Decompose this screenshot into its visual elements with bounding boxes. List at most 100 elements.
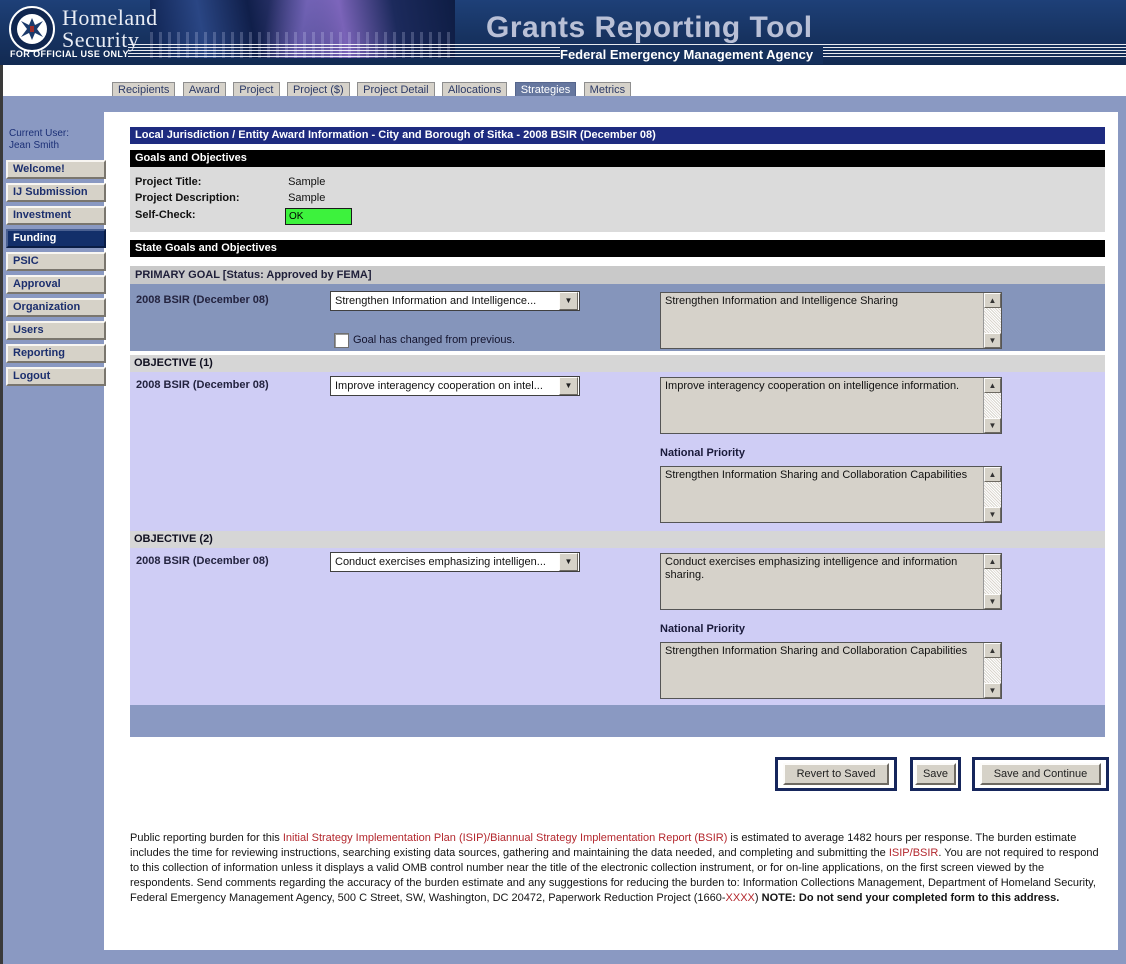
scrollbar[interactable]: ▲ ▼	[983, 378, 1001, 433]
project-description-row: Project Description: Sample	[135, 192, 325, 204]
save-continue-button-frame: Save and Continue	[972, 757, 1109, 791]
sidebar-item-funding[interactable]: Funding	[6, 229, 106, 248]
bottom-slate-band	[0, 950, 1126, 964]
app-subtitle: Federal Emergency Management Agency	[560, 46, 823, 64]
project-summary-panel: Project Title: Sample Project Descriptio…	[130, 167, 1105, 232]
objective-2-national-priority-text: Strengthen Information Sharing and Colla…	[661, 643, 983, 698]
sidebar-item-organization[interactable]: Organization	[6, 298, 106, 317]
dhs-wordmark-line2: Security	[62, 29, 158, 51]
project-description-value: Sample	[288, 192, 325, 204]
page-title-bar: Local Jurisdiction / Entity Award Inform…	[130, 127, 1105, 144]
goal-changed-checkbox[interactable]	[334, 333, 349, 348]
scroll-up-icon[interactable]: ▲	[984, 467, 1001, 482]
primary-goal-text-display[interactable]: Strengthen Information and Intelligence …	[660, 292, 1002, 349]
scrollbar-track[interactable]	[984, 308, 1001, 333]
current-user-label: Current User:	[9, 128, 69, 140]
objective-2-text: Conduct exercises emphasizing intelligen…	[661, 554, 983, 609]
revert-to-saved-button[interactable]: Revert to Saved	[783, 763, 890, 785]
goals-objectives-header: Goals and Objectives	[130, 150, 1105, 167]
objective-1-period-label: 2008 BSIR (December 08)	[136, 379, 269, 391]
sidebar-item-approval[interactable]: Approval	[6, 275, 106, 294]
scroll-down-icon[interactable]: ▼	[984, 594, 1001, 609]
current-user-name: Jean Smith	[9, 140, 69, 152]
chevron-down-icon[interactable]: ▼	[559, 377, 578, 395]
dhs-wordmark-line1: Homeland	[62, 7, 158, 29]
burden-text: )	[755, 892, 762, 904]
scroll-down-icon[interactable]: ▼	[984, 333, 1001, 348]
paperwork-burden-statement: Public reporting burden for this Initial…	[130, 831, 1108, 906]
scrollbar[interactable]: ▲ ▼	[983, 293, 1001, 348]
burden-note: NOTE: Do not send your completed form to…	[762, 892, 1060, 904]
objective-1-row: 2008 BSIR (December 08) Improve interage…	[130, 372, 1105, 531]
scrollbar-track[interactable]	[984, 482, 1001, 507]
scrollbar-track[interactable]	[984, 658, 1001, 683]
chevron-down-icon[interactable]: ▼	[559, 553, 578, 571]
scroll-down-icon[interactable]: ▼	[984, 683, 1001, 698]
objective-1-dropdown-value: Improve interagency cooperation on intel…	[331, 380, 559, 392]
project-title-row: Project Title: Sample	[135, 176, 325, 188]
save-button-frame: Save	[910, 757, 961, 791]
self-check-row: Self-Check:	[135, 209, 285, 221]
objective-2-header: OBJECTIVE (2)	[130, 531, 1105, 548]
project-title-value: Sample	[288, 176, 325, 188]
official-use-label: FOR OFFICIAL USE ONLY	[10, 49, 129, 59]
save-and-continue-button[interactable]: Save and Continue	[980, 763, 1102, 785]
sidebar-item-psic[interactable]: PSIC	[6, 252, 106, 271]
objective-1-text: Improve interagency cooperation on intel…	[661, 378, 983, 433]
save-button[interactable]: Save	[915, 763, 956, 785]
revert-button-frame: Revert to Saved	[775, 757, 897, 791]
isip-bsir-full-link[interactable]: Initial Strategy Implementation Plan (IS…	[283, 832, 728, 844]
primary-goal-header: PRIMARY GOAL [Status: Approved by FEMA]	[130, 266, 1105, 284]
scrollbar[interactable]: ▲ ▼	[983, 467, 1001, 522]
primary-goal-dropdown[interactable]: Strengthen Information and Intelligence.…	[330, 291, 580, 311]
goal-changed-checkbox-label: Goal has changed from previous.	[353, 334, 515, 346]
project-title-label: Project Title:	[135, 176, 285, 188]
objective-2-row: 2008 BSIR (December 08) Conduct exercise…	[130, 548, 1105, 705]
objective-2-national-priority-label: National Priority	[660, 623, 745, 635]
objective-2-text-display[interactable]: Conduct exercises emphasizing intelligen…	[660, 553, 1002, 610]
sidebar-item-welcome[interactable]: Welcome!	[6, 160, 106, 179]
scrollbar-track[interactable]	[984, 569, 1001, 594]
sidebar-item-ij-submission[interactable]: IJ Submission	[6, 183, 106, 202]
top-slate-band	[0, 96, 1126, 112]
scrollbar-track[interactable]	[984, 393, 1001, 418]
grants-reporting-tool-page: Homeland Security FOR OFFICIAL USE ONLY …	[0, 0, 1126, 964]
scrollbar[interactable]: ▲ ▼	[983, 643, 1001, 698]
sidebar-item-reporting[interactable]: Reporting	[6, 344, 106, 363]
objective-1-text-display[interactable]: Improve interagency cooperation on intel…	[660, 377, 1002, 434]
objective-2-national-priority-display[interactable]: Strengthen Information Sharing and Colla…	[660, 642, 1002, 699]
dhs-wordmark: Homeland Security	[62, 7, 158, 51]
objective-1-national-priority-display[interactable]: Strengthen Information Sharing and Colla…	[660, 466, 1002, 523]
omb-number-placeholder: XXXX	[726, 892, 755, 904]
sidebar-item-investment[interactable]: Investment	[6, 206, 106, 225]
right-slate-strip	[1118, 112, 1126, 950]
objective-2-dropdown-value: Conduct exercises emphasizing intelligen…	[331, 556, 559, 568]
primary-goal-row: 2008 BSIR (December 08) Strengthen Infor…	[130, 284, 1105, 351]
sidebar-item-logout[interactable]: Logout	[6, 367, 106, 386]
objective-1-national-priority-label: National Priority	[660, 447, 745, 459]
isip-bsir-link[interactable]: ISIP/BSIR	[889, 847, 939, 859]
project-description-label: Project Description:	[135, 192, 285, 204]
primary-goal-text: Strengthen Information and Intelligence …	[661, 293, 983, 348]
scroll-down-icon[interactable]: ▼	[984, 507, 1001, 522]
table-footer-band	[130, 705, 1105, 737]
scroll-up-icon[interactable]: ▲	[984, 378, 1001, 393]
scroll-up-icon[interactable]: ▲	[984, 293, 1001, 308]
sidebar-item-users[interactable]: Users	[6, 321, 106, 340]
scroll-up-icon[interactable]: ▲	[984, 643, 1001, 658]
scrollbar[interactable]: ▲ ▼	[983, 554, 1001, 609]
app-title: Grants Reporting Tool	[486, 11, 813, 45]
scroll-up-icon[interactable]: ▲	[984, 554, 1001, 569]
objective-1-dropdown[interactable]: Improve interagency cooperation on intel…	[330, 376, 580, 396]
current-user: Current User: Jean Smith	[9, 128, 69, 152]
left-edge-border	[0, 65, 3, 964]
scroll-down-icon[interactable]: ▼	[984, 418, 1001, 433]
primary-goal-period-label: 2008 BSIR (December 08)	[136, 294, 269, 306]
chevron-down-icon[interactable]: ▼	[559, 292, 578, 310]
dhs-seal-icon	[9, 6, 55, 52]
objective-1-header: OBJECTIVE (1)	[130, 355, 1105, 372]
objective-2-dropdown[interactable]: Conduct exercises emphasizing intelligen…	[330, 552, 580, 572]
primary-goal-dropdown-value: Strengthen Information and Intelligence.…	[331, 295, 559, 307]
state-goals-objectives-header: State Goals and Objectives	[130, 240, 1105, 257]
sidebar-menu: Welcome! IJ Submission Investment Fundin…	[6, 160, 106, 390]
